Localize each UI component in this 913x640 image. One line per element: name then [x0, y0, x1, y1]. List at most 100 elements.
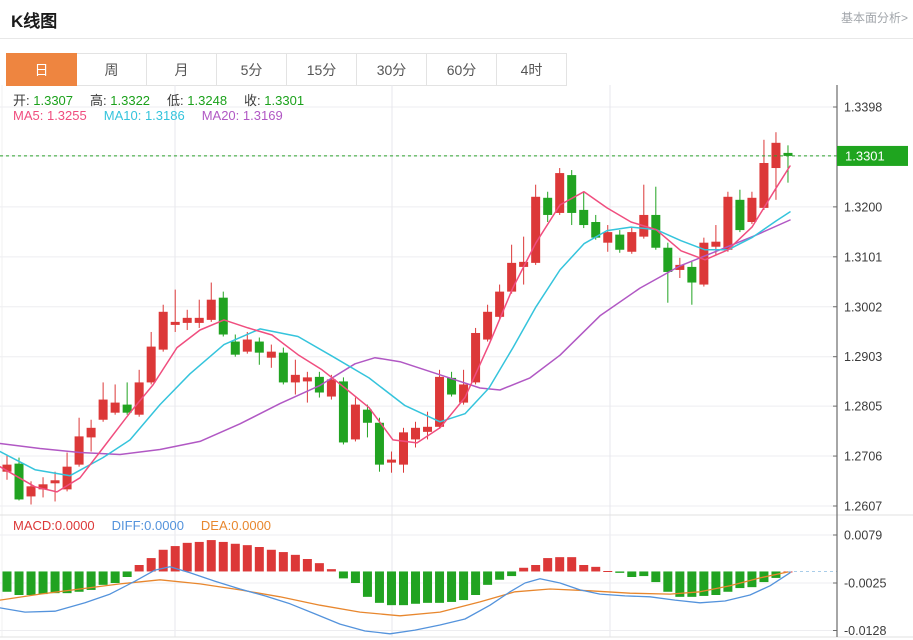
macd-bar	[231, 544, 240, 572]
ma5-line	[0, 166, 790, 492]
macd-bar	[243, 545, 252, 571]
macd-bar	[435, 571, 444, 602]
candle-body	[279, 353, 288, 383]
macd-bar	[135, 565, 144, 571]
candle-body	[483, 312, 492, 340]
macd-bar	[183, 543, 192, 572]
macd-bar	[99, 571, 108, 584]
candle-body	[99, 400, 108, 420]
candle-body	[159, 312, 168, 350]
macd-bar	[735, 571, 744, 588]
candle-body	[87, 428, 96, 438]
macd-bar	[267, 550, 276, 572]
macd-bar	[195, 542, 204, 572]
candle-body	[183, 318, 192, 323]
kline-app: K线图 基本面分析> 日周月5分15分30分60分4时 1.3398 1.3200…	[0, 0, 913, 640]
y-axis-tick-label: -0.0025	[844, 577, 886, 591]
candle-body	[387, 460, 396, 463]
macd-bar	[255, 547, 264, 571]
tab-timeframe-2[interactable]: 月	[146, 53, 217, 86]
candle-body	[411, 428, 420, 440]
tab-timeframe-1[interactable]: 周	[76, 53, 147, 86]
macd-bar	[111, 571, 120, 583]
macd-bar	[27, 571, 36, 595]
macd-bar	[603, 571, 612, 572]
macd-bar	[627, 571, 636, 577]
macd-bar	[591, 567, 600, 572]
candle-body	[543, 198, 552, 215]
candle-body	[339, 381, 348, 442]
macd-bar	[315, 563, 324, 571]
macd-bar	[219, 542, 228, 572]
candle-body	[399, 432, 408, 464]
macd-bar	[723, 571, 732, 591]
candle-body	[351, 405, 360, 440]
candle-body	[267, 352, 276, 358]
candle-body	[171, 322, 180, 325]
tab-timeframe-0[interactable]: 日	[6, 53, 77, 86]
candle-body	[243, 340, 252, 352]
macd-bar	[495, 571, 504, 579]
y-axis-tick-label: 0.0079	[844, 529, 882, 543]
candle-body	[291, 375, 300, 383]
macd-bar	[711, 571, 720, 595]
candle-body	[219, 298, 228, 335]
macd-bar	[351, 571, 360, 583]
page-title: K线图	[11, 7, 57, 32]
y-axis-tick-label: 1.3398	[844, 101, 882, 115]
macd-bar	[579, 565, 588, 571]
macd-histogram	[3, 540, 793, 605]
macd-bar	[3, 571, 12, 591]
macd-bar	[507, 571, 516, 576]
macd-bar	[519, 568, 528, 572]
candlesticks	[3, 132, 793, 504]
candle-body	[75, 436, 84, 464]
y-axis-tick-label: 1.3200	[844, 200, 882, 214]
tab-timeframe-5[interactable]: 30分	[356, 53, 427, 86]
tab-timeframe-3[interactable]: 5分	[216, 53, 287, 86]
candle-body	[111, 403, 120, 413]
candle-body	[147, 347, 156, 383]
candle-body	[195, 318, 204, 323]
macd-bar	[291, 555, 300, 572]
y-axis-tick-label: 1.3002	[844, 300, 882, 314]
macd-bar	[399, 571, 408, 605]
macd-bar	[207, 540, 216, 571]
tab-timeframe-7[interactable]: 4时	[496, 53, 567, 86]
candle-body	[579, 210, 588, 225]
y-axis-tick-label: 1.2903	[844, 350, 882, 364]
macd-bar	[411, 571, 420, 603]
macd-bar	[663, 571, 672, 591]
tab-timeframe-4[interactable]: 15分	[286, 53, 357, 86]
macd-bar	[123, 571, 132, 577]
timeframe-tab-bar: 日周月5分15分30分60分4时	[7, 53, 567, 86]
macd-bar	[327, 569, 336, 571]
macd-bar	[387, 571, 396, 605]
macd-bar	[567, 557, 576, 571]
candle-body	[747, 198, 756, 222]
candle-body	[303, 377, 312, 381]
macd-bar	[303, 559, 312, 571]
candle-body	[555, 173, 564, 213]
macd-bar	[147, 558, 156, 571]
macd-bar	[51, 571, 60, 593]
candle-body	[207, 300, 216, 320]
macd-bar	[639, 571, 648, 576]
chart-area[interactable]: 1.33981.32001.31011.30021.29031.28051.27…	[0, 85, 913, 640]
y-axis-tick-label: 1.3101	[844, 250, 882, 264]
macd-bar	[543, 558, 552, 571]
tab-timeframe-6[interactable]: 60分	[426, 53, 497, 86]
y-axis-tick-label: 1.2607	[844, 500, 882, 514]
candle-body	[507, 263, 516, 292]
macd-bar	[279, 552, 288, 571]
current-price-marker-label: 1.3301	[845, 148, 885, 163]
y-axis-tick-label: 1.2706	[844, 450, 882, 464]
fundamental-analysis-link[interactable]: 基本面分析>	[841, 9, 908, 26]
candle-body	[363, 410, 372, 423]
candle-body	[51, 480, 60, 483]
candle-body	[375, 423, 384, 465]
y-axis-tick-label: -0.0128	[844, 624, 886, 638]
kline-chart-canvas[interactable]: 1.33981.32001.31011.30021.29031.28051.27…	[0, 85, 913, 640]
candle-body	[531, 197, 540, 263]
macd-bar	[39, 571, 48, 594]
